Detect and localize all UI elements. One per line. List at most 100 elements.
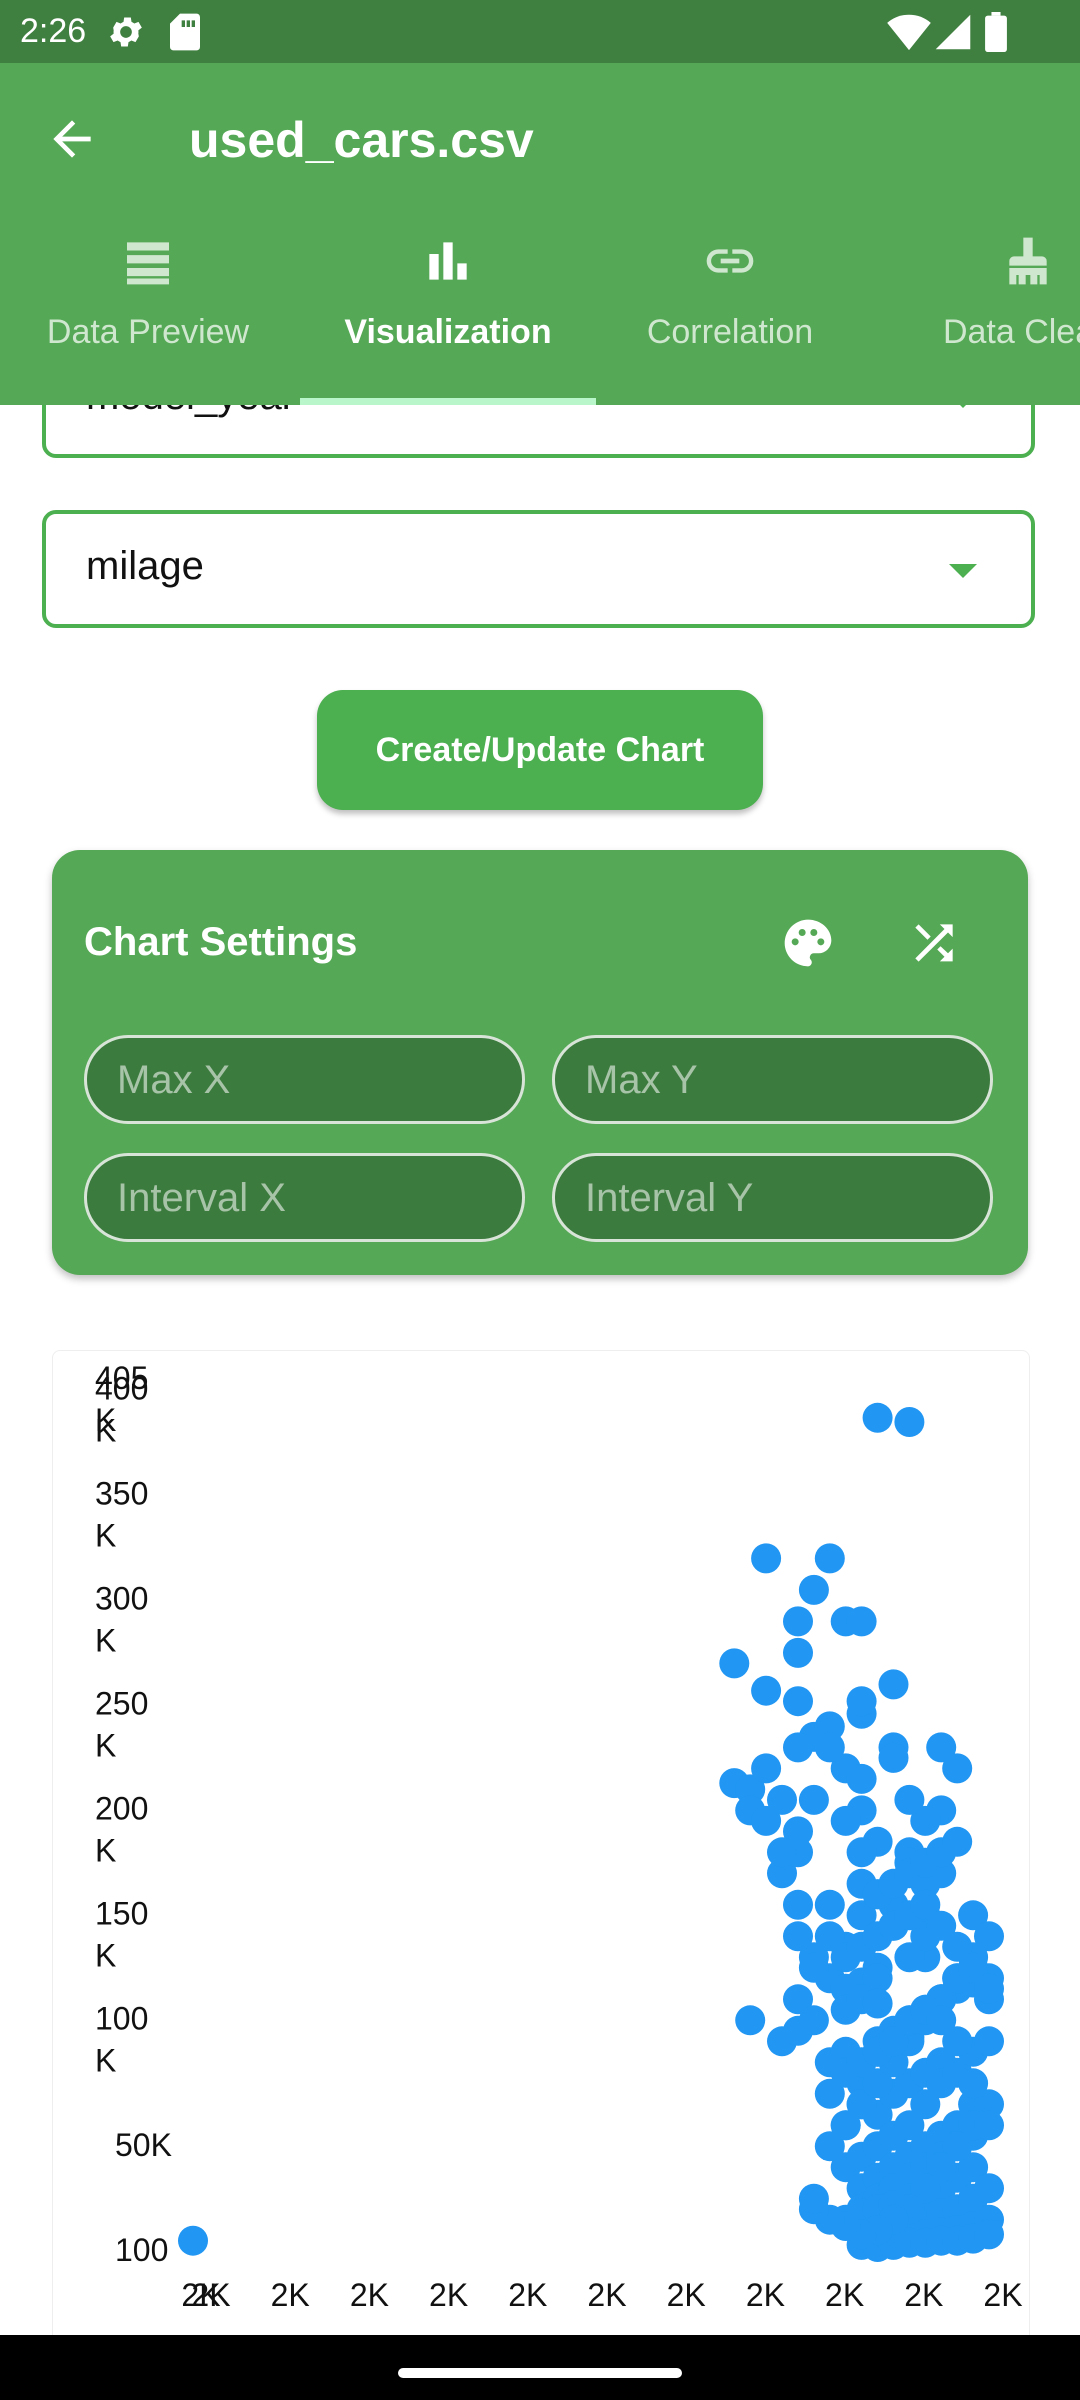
back-button[interactable]: [44, 111, 100, 167]
scroll-content[interactable]: model_year milage Create/Update Chart Ch…: [0, 405, 1080, 2335]
scatter-point: [862, 1988, 893, 2019]
scatter-point: [878, 1669, 909, 1700]
scatter-point: [862, 1402, 893, 1433]
scatter-point: [814, 1889, 845, 1920]
wifi-icon: [887, 12, 931, 57]
y-tick-label: 300 K: [95, 1580, 148, 1658]
y-tick-label: 200 K: [95, 1790, 148, 1868]
scatter-point: [974, 1973, 1004, 2004]
tab-label: Correlation: [646, 313, 814, 351]
scatter-point: [767, 1837, 797, 1868]
scatter-point: [783, 1637, 813, 1668]
scatter-point: [974, 2219, 1004, 2250]
max-x-input[interactable]: [117, 1056, 497, 1104]
y-tick-label: 250 K: [95, 1685, 148, 1763]
tab-data-clean[interactable]: Data Clean: [880, 233, 1080, 405]
scatter-chart-card: 100 50K 100 K 150 K 200 K 250 K 300 K 350 K 400 K 405 K 2K…: [52, 1350, 1030, 2335]
tab-data-preview[interactable]: Data Preview: [0, 233, 296, 405]
scatter-point: [942, 2026, 973, 2057]
x-tick-label: 2K: [667, 2277, 706, 2313]
scatter-point: [814, 1543, 845, 1574]
cellular-signal-icon: [934, 12, 972, 57]
dropdown-arrow-icon: [949, 564, 977, 578]
settings-gear-icon: [106, 12, 146, 57]
cleaning-brush-icon: [1000, 233, 1056, 289]
home-gesture-handle[interactable]: [398, 2368, 682, 2378]
x-tick-label: 2K: [587, 2277, 626, 2313]
x-tick-label: 2K: [825, 2277, 864, 2313]
shuffle-icon[interactable]: [906, 915, 962, 971]
y-tick-label: 100: [115, 2232, 168, 2268]
max-x-field[interactable]: [84, 1035, 525, 1124]
sd-card-icon: [168, 12, 202, 57]
scatter-point: [751, 1675, 782, 1706]
dropdown-arrow-icon: [949, 405, 977, 408]
x-tick-label: 2K: [429, 2277, 468, 2313]
scatter-point: [846, 1763, 877, 1794]
scatter-point: [783, 1606, 813, 1637]
app-bar: used_cars.csv Data Preview Visualization…: [0, 63, 1080, 405]
x-tick-label: 2K: [746, 2277, 785, 2313]
scatter-point: [974, 2110, 1004, 2141]
scatter-point: [846, 1686, 877, 1717]
scatter-point: [942, 1753, 973, 1784]
link-icon: [702, 233, 758, 289]
list-icon: [120, 233, 176, 289]
scatter-point: [783, 1889, 813, 1920]
scatter-point: [942, 1826, 973, 1857]
y-tick-label: 100 K: [95, 2000, 148, 2078]
x-tick-label: 2K: [191, 2277, 230, 2313]
bar-chart-icon: [420, 233, 476, 289]
tab-correlation[interactable]: Correlation: [582, 233, 878, 405]
status-bar: 2:26: [0, 0, 1080, 63]
scatter-point: [846, 1606, 877, 1637]
chart-settings-card: Chart Settings: [52, 850, 1028, 1275]
scatter-point: [798, 2183, 829, 2214]
x-tick-label: 2K: [983, 2277, 1022, 2313]
status-time: 2:26: [20, 12, 87, 50]
scatter-point: [798, 2005, 829, 2036]
x-column-value: model_year: [86, 405, 295, 419]
scatter-point: [974, 2026, 1004, 2057]
chart-settings-title: Chart Settings: [84, 920, 358, 964]
interval-x-input[interactable]: [117, 1174, 497, 1222]
palette-icon[interactable]: [780, 915, 836, 971]
battery-icon: [984, 12, 1008, 57]
scatter-point: [783, 1921, 813, 1952]
x-tick-label: 2K: [271, 2277, 310, 2313]
tab-visualization[interactable]: Visualization: [300, 233, 596, 405]
scatter-point: [783, 1732, 813, 1763]
scatter-point: [719, 1648, 750, 1679]
scatter-point: [894, 1784, 925, 1815]
create-update-chart-button[interactable]: Create/Update Chart: [317, 690, 763, 810]
y-tick-label: 350 K: [95, 1475, 148, 1553]
scatter-chart: 10050K100 K150 K200 K250 K300 K350 K400 K405 K2K…: [95, 1360, 1023, 2313]
active-tab-indicator: [300, 398, 596, 405]
max-y-field[interactable]: [552, 1035, 993, 1124]
tab-label: Data Clean: [942, 313, 1080, 351]
scatter-point: [751, 1753, 782, 1784]
y-column-dropdown[interactable]: milage: [42, 510, 1035, 628]
x-tick-label: 2K: [508, 2277, 547, 2313]
scatter-point: [878, 1742, 909, 1773]
y-tick-label: 50K: [115, 2127, 172, 2163]
scatter-point: [798, 1574, 829, 1605]
interval-y-input[interactable]: [585, 1174, 965, 1222]
scatter-point: [830, 1805, 861, 1836]
scatter-point: [814, 1732, 845, 1763]
x-column-dropdown[interactable]: model_year: [42, 405, 1035, 458]
scatter-point: [767, 1784, 797, 1815]
interval-y-field[interactable]: [552, 1153, 993, 1242]
y-column-value: milage: [86, 544, 204, 588]
x-tick-label: 2K: [904, 2277, 943, 2313]
scatter-point: [974, 2173, 1004, 2204]
interval-x-field[interactable]: [84, 1153, 525, 1242]
system-navigation-bar: [0, 2335, 1080, 2400]
tab-label: Data Preview: [46, 313, 250, 351]
tab-label: Visualization: [344, 313, 552, 351]
scatter-point: [894, 1407, 925, 1437]
x-tick-label: 2K: [350, 2277, 389, 2313]
max-y-input[interactable]: [585, 1056, 965, 1104]
scatter-point: [783, 1686, 813, 1717]
scatter-point: [735, 2005, 766, 2036]
